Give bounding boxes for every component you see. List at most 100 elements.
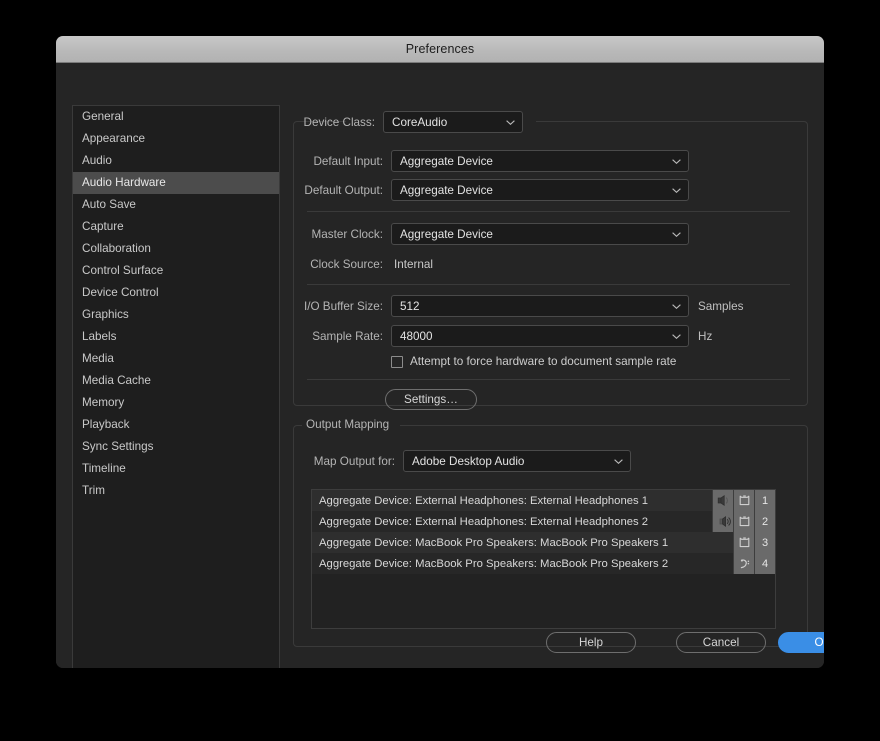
sidebar-item-trim[interactable]: Trim [73,480,279,502]
preferences-dialog: Preferences General Appearance Audio Audio … [56,36,824,668]
default-output-row: Default Output: Aggregate Device [293,179,689,201]
map-output-for-row: Map Output for: Adobe Desktop Audio [294,450,631,472]
output-mapping-row[interactable]: Aggregate Device: External Headphones: E… [312,490,775,511]
sidebar-item-label: Memory [82,396,125,409]
sidebar-item-label: Graphics [82,308,129,321]
output-mapping-row-label: Aggregate Device: External Headphones: E… [319,494,649,507]
settings-button[interactable]: Settings… [385,389,477,410]
output-channel-number[interactable]: 2 [754,511,775,532]
force-sample-rate-label: Attempt to force hardware to document sa… [410,355,677,368]
preferences-category-list[interactable]: General Appearance Audio Audio Hardware Auto… [72,105,280,668]
default-output-value: Aggregate Device [400,183,493,197]
sidebar-item-label: Collaboration [82,242,151,255]
sidebar-item-sync-settings[interactable]: Sync Settings [73,436,279,458]
sidebar-item-label: Auto Save [82,198,136,211]
sidebar-item-timeline[interactable]: Timeline [73,458,279,480]
dialog-titlebar[interactable]: Preferences [56,36,824,63]
sidebar-item-playback[interactable]: Playback [73,414,279,436]
chevron-down-icon [672,334,681,339]
chevron-down-icon [614,459,623,464]
device-class-select[interactable]: CoreAudio [383,111,523,133]
sidebar-item-media[interactable]: Media [73,348,279,370]
sidebar-item-label: Media [82,352,114,365]
divider-after-defaults [307,211,790,212]
sidebar-item-control-surface[interactable]: Control Surface [73,260,279,282]
dialog-body: General Appearance Audio Audio Hardware Auto… [56,63,824,668]
default-input-label: Default Input: [313,154,383,168]
sidebar-item-label: Media Cache [82,374,151,387]
output-mapping-row-buttons: 3 [712,532,775,553]
audio-channel-icon[interactable] [733,490,754,511]
sample-rate-select[interactable]: 48000 [391,325,689,347]
sidebar-item-memory[interactable]: Memory [73,392,279,414]
default-input-row: Default Input: Aggregate Device [293,150,689,172]
divider-before-settings [307,379,790,380]
output-mapping-row-buttons: 1 [712,490,775,511]
audio-channel-icon[interactable] [733,532,754,553]
sidebar-item-audio-hardware[interactable]: Audio Hardware [73,172,279,194]
sidebar-item-auto-save[interactable]: Auto Save [73,194,279,216]
sidebar-item-label: Trim [82,484,105,497]
cancel-button[interactable]: Cancel [676,632,766,653]
output-mapping-row[interactable]: Aggregate Device: MacBook Pro Speakers: … [312,553,775,574]
chevron-down-icon [672,232,681,237]
io-buffer-size-select[interactable]: 512 [391,295,689,317]
sidebar-item-label: Device Control [82,286,159,299]
sidebar-item-general[interactable]: General [73,106,279,128]
default-input-select[interactable]: Aggregate Device [391,150,689,172]
force-sample-rate-checkbox[interactable] [391,355,403,368]
sidebar-item-capture[interactable]: Capture [73,216,279,238]
audio-channel-icon[interactable] [733,511,754,532]
sidebar-item-label: Capture [82,220,124,233]
output-mapping-row-buttons: 2 [712,511,775,532]
sidebar-item-label: Audio [82,154,112,167]
io-buffer-size-row: I/O Buffer Size: 512 Samples [293,295,743,317]
default-output-select[interactable]: Aggregate Device [391,179,689,201]
sidebar-item-audio[interactable]: Audio [73,150,279,172]
output-channel-number[interactable]: 1 [754,490,775,511]
default-input-value: Aggregate Device [400,154,493,168]
sidebar-item-label: Timeline [82,462,126,475]
sidebar-item-appearance[interactable]: Appearance [73,128,279,150]
sample-rate-value: 48000 [400,329,433,343]
device-class-value: CoreAudio [392,115,448,129]
master-clock-row: Master Clock: Aggregate Device [293,223,689,245]
sidebar-item-label: Audio Hardware [82,176,166,189]
ok-button[interactable]: OK [778,632,824,653]
output-mapping-row-label: Aggregate Device: MacBook Pro Speakers: … [319,557,669,570]
chevron-down-icon [672,304,681,309]
pan-right-icon[interactable] [712,511,733,532]
master-clock-select[interactable]: Aggregate Device [391,223,689,245]
sidebar-item-label: General [82,110,124,123]
sidebar-item-label: Sync Settings [82,440,154,453]
force-sample-rate-row[interactable]: Attempt to force hardware to document sa… [391,355,676,368]
chevron-down-icon [672,159,681,164]
clock-source-value: Internal [394,257,433,271]
output-mapping-list[interactable]: Aggregate Device: External Headphones: E… [311,489,776,629]
bass-clef-icon[interactable] [733,553,754,574]
clock-source-label: Clock Source: [310,257,383,271]
pan-left-icon[interactable] [712,490,733,511]
output-mapping-row[interactable]: Aggregate Device: External Headphones: E… [312,511,775,532]
dialog-footer: Help Cancel OK [293,632,824,656]
output-channel-number[interactable]: 4 [754,553,775,574]
output-mapping-row[interactable]: Aggregate Device: MacBook Pro Speakers: … [312,532,775,553]
map-output-for-select[interactable]: Adobe Desktop Audio [403,450,631,472]
master-clock-label: Master Clock: [311,227,383,241]
sidebar-item-device-control[interactable]: Device Control [73,282,279,304]
sidebar-item-collaboration[interactable]: Collaboration [73,238,279,260]
help-button[interactable]: Help [546,632,636,653]
sidebar-item-media-cache[interactable]: Media Cache [73,370,279,392]
sidebar-item-label: Control Surface [82,264,164,277]
sidebar-item-graphics[interactable]: Graphics [73,304,279,326]
sample-rate-row: Sample Rate: 48000 Hz [293,325,712,347]
output-mapping-row-buttons: 4 [712,553,775,574]
sidebar-item-labels[interactable]: Labels [73,326,279,348]
device-class-label: Device Class: [303,115,375,129]
output-channel-number[interactable]: 3 [754,532,775,553]
sample-rate-label: Sample Rate: [312,329,383,343]
sidebar-item-label: Playback [82,418,130,431]
divider-after-clock [307,284,790,285]
master-clock-value: Aggregate Device [400,227,493,241]
map-output-for-value: Adobe Desktop Audio [412,454,525,468]
